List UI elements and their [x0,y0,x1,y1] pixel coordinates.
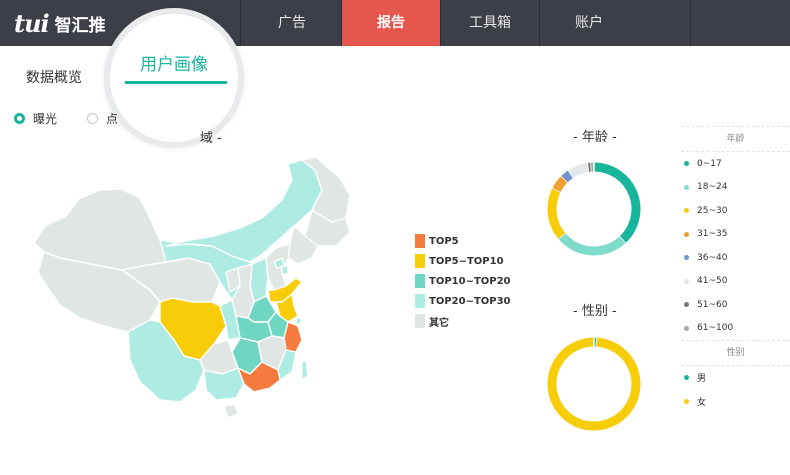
map-legend-item: TOP5 [415,231,511,251]
legend-dot [684,278,689,284]
age-legend-label: 25~30 [697,205,728,216]
legend-swatch [415,274,425,288]
legend-dot [684,375,689,381]
province-guangxi [203,367,245,401]
age-legend-item: 36~40 [681,246,790,270]
gender-chart-title: - 性别 - [573,304,617,319]
age-legend-item: 31~35 [681,223,790,247]
legend-dot [684,302,689,308]
map-legend-label: TOP10~TOP20 [429,275,511,287]
demographics-legend-panel: 年龄 0~17 18~24 25~30 31~35 36~40 41~50 51~60 61~… [681,126,790,466]
gender-legend-item: 女 [681,390,790,414]
legend-dot [684,208,689,214]
province-shanghai [295,317,302,325]
age-legend-item: 41~50 [681,270,790,294]
age-legend-label: 0~17 [697,158,722,169]
gender-legend-label: 女 [697,397,707,408]
age-slice-0~17 [593,162,641,244]
map-legend-label: 其它 [429,317,449,329]
age-slice-36~40 [561,170,574,183]
age-chart-title: - 年龄 - [573,130,617,145]
legend-dot [684,161,689,167]
age-donut-chart [547,161,641,256]
legend-dot [684,231,689,237]
age-slice-25~30 [547,187,566,239]
legend-swatch [415,294,425,308]
legend-dot [684,255,689,261]
province-taiwan [301,359,309,381]
legend-swatch [415,234,425,248]
province-hainan [223,403,239,419]
age-legend-label: 51~60 [697,299,728,310]
age-legend-item: 61~100 [681,317,790,341]
legend-swatch [415,254,425,268]
map-legend-item: TOP5~TOP10 [415,251,511,271]
map-legend: TOP5 TOP5~TOP10 TOP10~TOP20 TOP20~TOP30 … [415,231,511,331]
age-legend-label: 36~40 [697,252,728,263]
age-legend-label: 41~50 [697,276,728,287]
gender-legend-title: 性别 [681,340,790,366]
age-legend-item: 51~60 [681,293,790,317]
age-legend-label: 61~100 [697,323,734,334]
legend-swatch [415,314,425,328]
gender-legend-list: 男女 [681,366,790,413]
legend-dot [684,184,689,190]
age-slice-18~24 [558,232,626,256]
age-legend-list: 0~17 18~24 25~30 31~35 36~40 41~50 51~60 61~100 [681,152,790,340]
map-legend-label: TOP5 [429,235,459,247]
gender-legend-label: 男 [697,374,707,385]
map-legend-item: 其它 [415,311,511,331]
gender-donut-chart [547,336,641,431]
age-legend-label: 31~35 [697,229,728,240]
map-legend-label: TOP20~TOP30 [429,295,511,307]
legend-dot [684,325,689,331]
legend-dot [684,398,689,404]
gender-legend-item: 男 [681,366,790,390]
age-legend-title: 年龄 [681,126,790,152]
gender-slice-女 [547,337,641,431]
map-legend-item: TOP10~TOP20 [415,271,511,291]
province-zhejiang [283,321,303,353]
age-legend-item: 0~17 [681,152,790,176]
age-legend-item: 18~24 [681,176,790,200]
map-legend-label: TOP5~TOP10 [429,255,504,267]
age-slice-41~50 [568,162,590,178]
map-legend-item: TOP20~TOP30 [415,291,511,311]
age-legend-label: 18~24 [697,182,728,193]
province-tianjin [281,265,289,275]
age-legend-item: 25~30 [681,199,790,223]
china-map [33,156,351,419]
age-slice-31~35 [552,175,568,193]
